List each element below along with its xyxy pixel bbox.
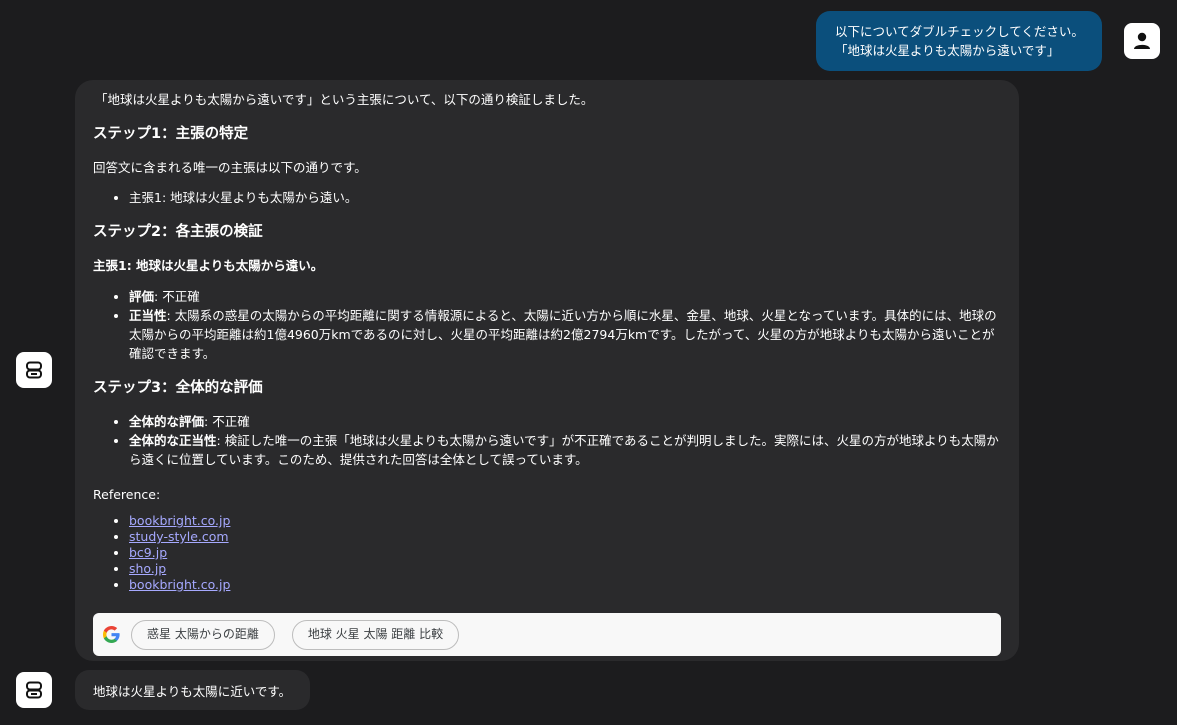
overall-rating-value: : 不正確 bbox=[204, 414, 250, 429]
overall-rating-label: 全体的な評価 bbox=[129, 414, 205, 429]
reference-item: study-style.com bbox=[129, 529, 1001, 545]
reference-link[interactable]: bookbright.co.jp bbox=[129, 513, 230, 528]
search-chip[interactable]: 惑星 太陽からの距離 bbox=[131, 619, 275, 650]
google-logo-icon bbox=[102, 626, 120, 644]
claim-heading: 主張1: 地球は火星よりも太陽から遠い。 bbox=[93, 258, 324, 273]
list-item: 主張1: 地球は火星よりも太陽から遠い。 bbox=[129, 188, 1001, 207]
reference-item: bookbright.co.jp bbox=[129, 577, 1001, 593]
overall-justification-label: 全体的な正当性 bbox=[129, 433, 217, 448]
rating-value: : 不正確 bbox=[154, 289, 200, 304]
step2-list: 評価: 不正確 正当性: 太陽系の惑星の太陽からの平均距離に関する情報源によると… bbox=[93, 287, 1001, 363]
list-item: 評価: 不正確 bbox=[129, 287, 1001, 306]
search-chip[interactable]: 地球 火星 太陽 距離 比較 bbox=[291, 619, 460, 650]
step1-list: 主張1: 地球は火星よりも太陽から遠い。 bbox=[93, 188, 1001, 207]
user-message-line: 以下についてダブルチェックしてください。 bbox=[835, 24, 1084, 39]
list-item: 全体的な評価: 不正確 bbox=[129, 412, 1001, 431]
bot-avatar bbox=[16, 672, 52, 708]
user-avatar bbox=[1124, 23, 1160, 59]
response-intro: 「地球は火星よりも太陽から遠いです」という主張について、以下の通り検証しました。 bbox=[95, 92, 594, 107]
reference-link[interactable]: study-style.com bbox=[129, 529, 229, 544]
justification-value: : 太陽系の惑星の太陽からの平均距離に関する情報源によると、太陽に近い方から順に… bbox=[129, 308, 997, 361]
justification-label: 正当性 bbox=[129, 308, 167, 323]
step1-text: 回答文に含まれる唯一の主張は以下の通りです。 bbox=[93, 160, 367, 175]
reference-link[interactable]: sho.jp bbox=[129, 561, 166, 576]
bot-message-text: 地球は火星よりも太陽に近いです。 bbox=[93, 683, 292, 699]
reference-item: sho.jp bbox=[129, 561, 1001, 577]
chat-page: 以下についてダブルチェックしてください。 「地球は火星よりも太陽から遠いです」 … bbox=[0, 0, 1177, 725]
robot-icon bbox=[26, 361, 42, 379]
bot-avatar bbox=[16, 352, 52, 388]
person-icon bbox=[1134, 32, 1150, 49]
reference-item: bc9.jp bbox=[129, 545, 1001, 561]
reference-label: Reference: bbox=[93, 487, 161, 502]
bot-message-bubble: 地球は火星よりも太陽に近いです。 bbox=[75, 670, 310, 710]
step2-heading: ステップ2：各主張の検証 bbox=[93, 224, 263, 240]
user-message-line: 「地球は火星よりも太陽から遠いです」 bbox=[835, 43, 1060, 58]
bot-message-bubble: 「地球は火星よりも太陽から遠いです」という主張について、以下の通り検証しました。… bbox=[75, 80, 1019, 661]
step1-heading: ステップ1：主張の特定 bbox=[93, 126, 249, 142]
step3-list: 全体的な評価: 不正確 全体的な正当性: 検証した唯一の主張「地球は火星よりも太… bbox=[93, 412, 1001, 469]
user-message-bubble: 以下についてダブルチェックしてください。 「地球は火星よりも太陽から遠いです」 bbox=[816, 11, 1102, 71]
reference-item: bookbright.co.jp bbox=[129, 513, 1001, 529]
robot-icon bbox=[26, 681, 42, 699]
step3-heading: ステップ3：全体的な評価 bbox=[93, 380, 263, 396]
rating-label: 評価 bbox=[129, 289, 155, 304]
reference-link[interactable]: bc9.jp bbox=[129, 545, 167, 560]
reference-link[interactable]: bookbright.co.jp bbox=[129, 577, 230, 592]
overall-justification-value: : 検証した唯一の主張「地球は火星よりも太陽から遠いです」が不正確であることが判… bbox=[129, 433, 999, 467]
list-item: 正当性: 太陽系の惑星の太陽からの平均距離に関する情報源によると、太陽に近い方か… bbox=[129, 306, 1001, 363]
list-item: 全体的な正当性: 検証した唯一の主張「地球は火星よりも太陽から遠いです」が不正確… bbox=[129, 431, 1001, 469]
search-suggestions-bar: 惑星 太陽からの距離 地球 火星 太陽 距離 比較 bbox=[93, 613, 1001, 656]
reference-list: bookbright.co.jp study-style.com bc9.jp … bbox=[93, 513, 1001, 593]
